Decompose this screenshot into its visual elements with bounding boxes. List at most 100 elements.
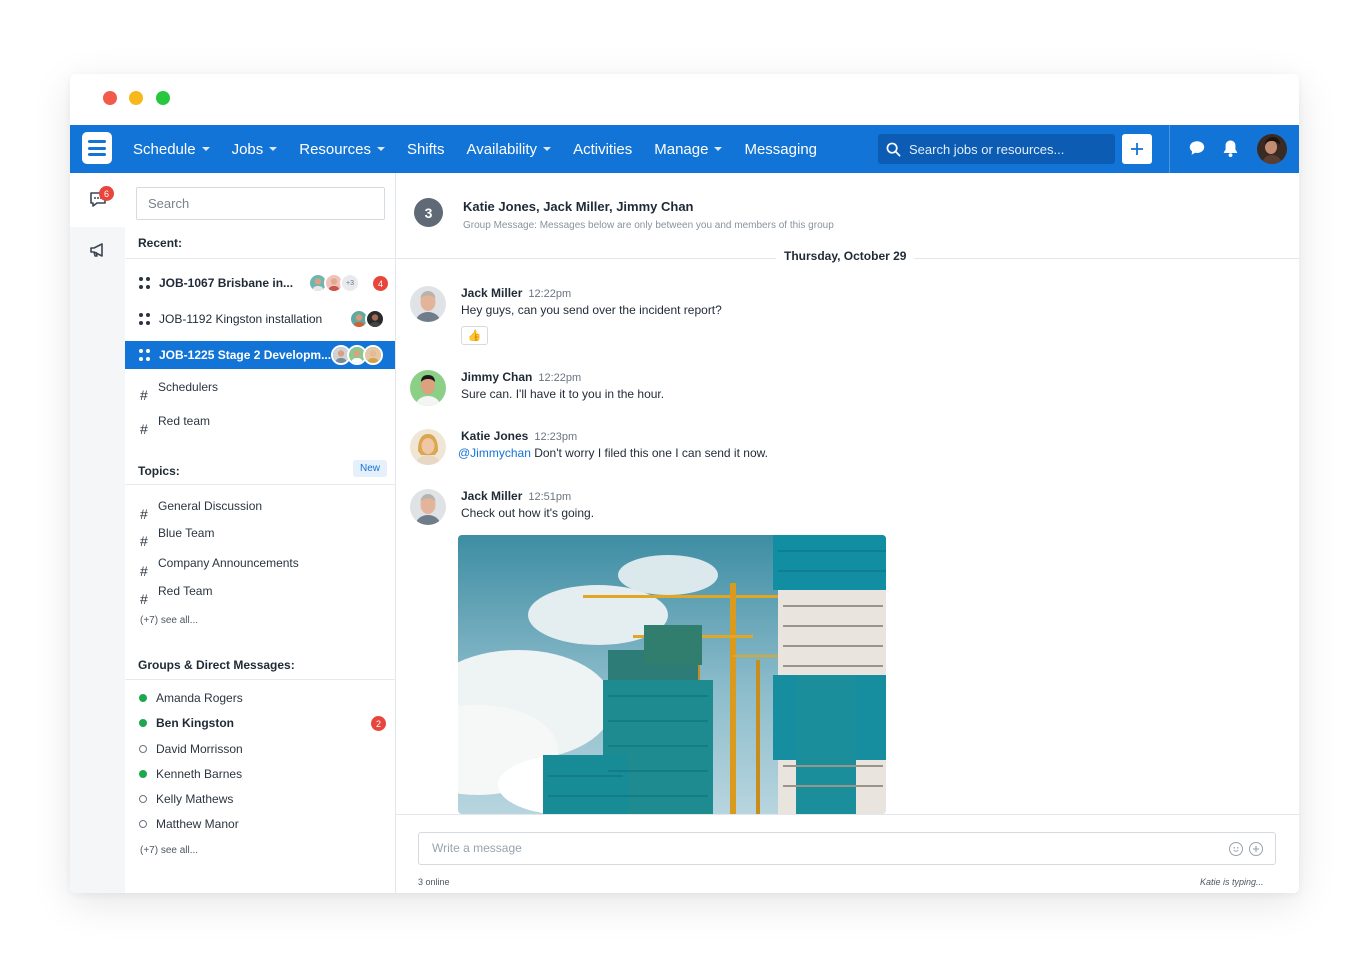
- message-body: Don't worry I filed this one I can send …: [530, 446, 768, 460]
- nav-label: Activities: [573, 140, 633, 158]
- nav-label: Jobs: [231, 140, 264, 158]
- groups-see-all-link[interactable]: (+7) see all...: [140, 845, 198, 856]
- participant-avatar: [365, 309, 385, 329]
- online-count: 3 online: [418, 877, 450, 887]
- sidebar-search-input[interactable]: [136, 187, 385, 220]
- topic-item[interactable]: # Company Announcements: [125, 556, 395, 580]
- dm-item[interactable]: Ben Kingston 2: [125, 713, 395, 733]
- minimize-window-button[interactable]: [129, 91, 143, 105]
- add-button[interactable]: [1122, 134, 1152, 164]
- rail-messages[interactable]: 6: [70, 173, 125, 227]
- chat-bubble-icon[interactable]: [1188, 139, 1206, 162]
- job-label: JOB-1192 Kingston installation: [159, 312, 323, 326]
- author-name[interactable]: Jack Miller 12:51pm: [461, 489, 571, 503]
- plus-circle-icon[interactable]: [1249, 842, 1263, 856]
- top-navbar: Schedule Jobs Resources Shifts Availabil…: [70, 125, 1299, 173]
- participant-avatar: [363, 345, 383, 365]
- app-window: Schedule Jobs Resources Shifts Availabil…: [70, 74, 1299, 893]
- author-name[interactable]: Jack Miller 12:22pm: [461, 286, 571, 300]
- groups-title: Groups & Direct Messages:: [138, 658, 295, 672]
- rail-announcements[interactable]: [70, 223, 125, 277]
- channel-item[interactable]: # Red team: [125, 414, 395, 438]
- dm-item[interactable]: Matthew Manor: [125, 814, 395, 834]
- message-composer[interactable]: [418, 832, 1276, 865]
- nav-resources[interactable]: Resources: [299, 141, 385, 158]
- offline-status-icon: [139, 795, 147, 803]
- user-mention-link[interactable]: @Jimmychan: [458, 446, 531, 460]
- unread-badge: 4: [373, 276, 388, 291]
- hash-icon: #: [140, 533, 148, 549]
- construction-site-photo[interactable]: [458, 535, 886, 814]
- nav-availability[interactable]: Availability: [466, 141, 552, 158]
- job-icon: [139, 313, 151, 325]
- recent-job-item[interactable]: JOB-1192 Kingston installation: [125, 305, 395, 333]
- chevron-down-icon: [714, 147, 723, 151]
- chevron-down-icon: [269, 147, 278, 151]
- author-label: Jack Miller: [461, 489, 523, 503]
- dm-item[interactable]: Kelly Mathews: [125, 789, 395, 809]
- nav-schedule[interactable]: Schedule: [133, 141, 210, 158]
- close-window-button[interactable]: [103, 91, 117, 105]
- topic-label: Company Announcements: [158, 556, 299, 570]
- megaphone-icon: [89, 243, 103, 257]
- smiley-icon[interactable]: [1229, 842, 1243, 856]
- dm-item[interactable]: David Morrisson: [125, 739, 395, 759]
- author-name[interactable]: Jimmy Chan 12:22pm: [461, 370, 581, 384]
- message-input[interactable]: [432, 841, 1192, 855]
- nav-label: Schedule: [133, 140, 196, 158]
- nav-manage[interactable]: Manage: [654, 140, 723, 158]
- online-status-icon: [139, 694, 147, 702]
- menu-lines-icon[interactable]: [82, 132, 112, 164]
- bell-icon[interactable]: [1222, 139, 1239, 163]
- dm-item[interactable]: Kenneth Barnes: [125, 764, 395, 784]
- nav-jobs[interactable]: Jobs: [232, 141, 278, 158]
- topic-item[interactable]: # Blue Team: [125, 526, 395, 550]
- dm-name: Amanda Rogers: [156, 691, 243, 705]
- recent-job-item[interactable]: JOB-1067 Brisbane in... +3 4: [125, 269, 395, 297]
- plus-icon: [1131, 143, 1143, 155]
- nav-messaging[interactable]: Messaging: [744, 141, 817, 158]
- topic-item[interactable]: # General Discussion: [125, 499, 395, 523]
- thumbs-up-reaction[interactable]: 👍: [461, 326, 488, 345]
- left-rail: 6: [70, 173, 125, 893]
- hash-icon: #: [140, 387, 148, 403]
- section-divider: [125, 679, 395, 680]
- hash-icon: #: [140, 563, 148, 579]
- author-avatar[interactable]: [410, 370, 446, 406]
- job-label: JOB-1067 Brisbane in...: [159, 276, 294, 290]
- topic-item[interactable]: # Red Team: [125, 584, 395, 608]
- job-label: JOB-1225 Stage 2 Developm...: [159, 348, 332, 362]
- dm-name: David Morrisson: [156, 742, 243, 756]
- topic-label: Blue Team: [158, 526, 215, 540]
- nav-shifts[interactable]: Shifts: [407, 141, 445, 158]
- channel-item[interactable]: # Schedulers: [125, 380, 395, 404]
- search-icon: [886, 142, 901, 156]
- global-search[interactable]: [878, 134, 1115, 164]
- message-time: 12:51pm: [528, 491, 572, 503]
- topics-see-all-link[interactable]: (+7) see all...: [140, 615, 198, 626]
- group-member-count: 3: [414, 198, 443, 227]
- dm-item[interactable]: Amanda Rogers: [125, 688, 395, 708]
- nav-activities[interactable]: Activities: [573, 141, 632, 158]
- topic-label: Red Team: [158, 584, 213, 598]
- offline-status-icon: [139, 820, 147, 828]
- new-topic-button[interactable]: New: [353, 460, 387, 477]
- hash-icon: #: [140, 506, 148, 522]
- global-search-input[interactable]: [909, 141, 1099, 157]
- section-divider: [125, 258, 395, 259]
- author-name[interactable]: Katie Jones 12:23pm: [461, 429, 577, 443]
- chevron-down-icon: [543, 147, 552, 151]
- channel-label: Red team: [158, 414, 211, 428]
- nav-label: Messaging: [744, 140, 818, 158]
- nav-label: Manage: [654, 140, 709, 158]
- author-avatar[interactable]: [410, 489, 446, 525]
- maximize-window-button[interactable]: [156, 91, 170, 105]
- author-avatar[interactable]: [410, 429, 446, 465]
- author-avatar[interactable]: [410, 286, 446, 322]
- user-avatar[interactable]: [1257, 134, 1287, 164]
- recent-job-item-active[interactable]: JOB-1225 Stage 2 Developm...: [125, 341, 395, 369]
- conversation-title: Katie Jones, Jack Miller, Jimmy Chan: [463, 199, 694, 214]
- date-separator: Thursday, October 29: [776, 249, 915, 263]
- offline-status-icon: [139, 745, 147, 753]
- typing-indicator: Katie is typing...: [1200, 877, 1264, 887]
